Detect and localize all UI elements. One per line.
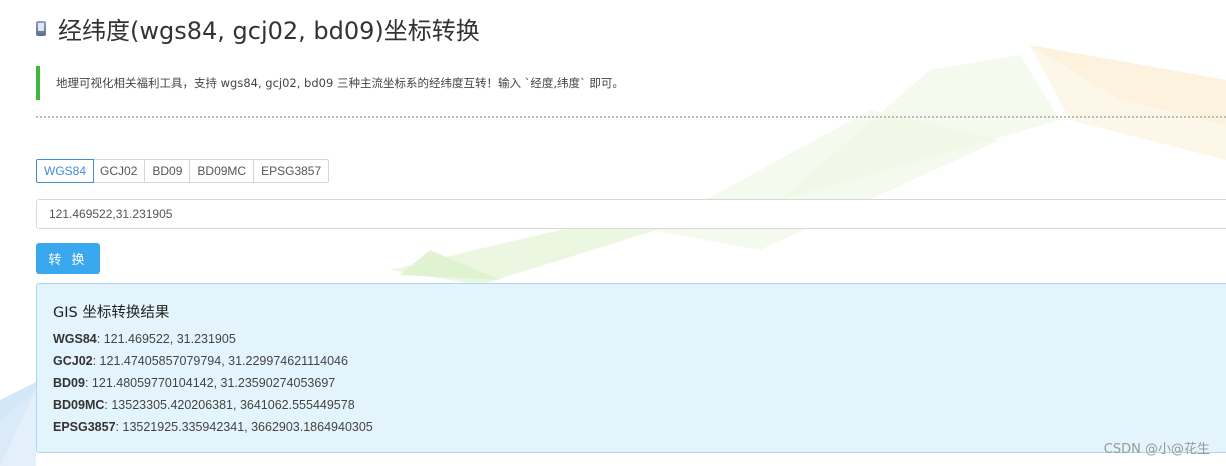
result-value: : 121.469522, 31.231905 (96, 332, 236, 346)
result-value: : 13523305.420206381, 3641062.555449578 (104, 398, 355, 412)
result-row-wgs84: WGS84: 121.469522, 31.231905 (53, 328, 1215, 350)
result-value: : 13521925.335942341, 3662903.1864940305 (115, 420, 373, 434)
document-icon (36, 20, 46, 36)
result-label: BD09MC (53, 398, 105, 412)
result-row-epsg3857: EPSG3857: 13521925.335942341, 3662903.18… (53, 416, 1215, 438)
result-label: GCJ02 (53, 354, 93, 368)
tab-wgs84[interactable]: WGS84 (36, 159, 95, 183)
result-value: : 121.47405857079794, 31.229974621114046 (92, 354, 348, 368)
coordinate-input[interactable] (36, 199, 1226, 229)
tab-bd09[interactable]: BD09 (145, 159, 191, 183)
title-row: 经纬度(wgs84, gcj02, bd09)坐标转换 (36, 10, 480, 46)
convert-button[interactable]: 转 换 (36, 243, 100, 274)
tab-bd09mc[interactable]: BD09MC (190, 159, 255, 183)
result-panel: GIS 坐标转换结果 WGS84: 121.469522, 31.231905 … (36, 283, 1226, 453)
result-row-bd09: BD09: 121.48059770104142, 31.23590274053… (53, 372, 1215, 394)
result-label: WGS84 (53, 332, 97, 346)
result-label: EPSG3857 (53, 420, 116, 434)
result-title: GIS 坐标转换结果 (53, 305, 170, 321)
description-text: 地理可视化相关福利工具，支持 wgs84, gcj02, bd09 三种主流坐标… (56, 76, 624, 90)
tab-epsg3857[interactable]: EPSG3857 (254, 159, 330, 183)
description-callout: 地理可视化相关福利工具，支持 wgs84, gcj02, bd09 三种主流坐标… (36, 66, 736, 100)
result-row-bd09mc: BD09MC: 13523305.420206381, 3641062.5554… (53, 394, 1215, 416)
result-row-gcj02: GCJ02: 121.47405857079794, 31.2299746211… (53, 350, 1215, 372)
result-label: BD09 (53, 376, 85, 390)
watermark: CSDN @小@花生 (1103, 442, 1210, 457)
page-title: 经纬度(wgs84, gcj02, bd09)坐标转换 (58, 16, 480, 45)
main-content: 经纬度(wgs84, gcj02, bd09)坐标转换 地理可视化相关福利工具，… (0, 0, 1226, 466)
tab-gcj02[interactable]: GCJ02 (93, 159, 146, 183)
result-value: : 121.48059770104142, 31.23590274053697 (84, 376, 336, 390)
dotted-divider (36, 116, 1226, 118)
coordinate-system-tabs: WGS84 GCJ02 BD09 BD09MC EPSG3857 (36, 159, 330, 183)
